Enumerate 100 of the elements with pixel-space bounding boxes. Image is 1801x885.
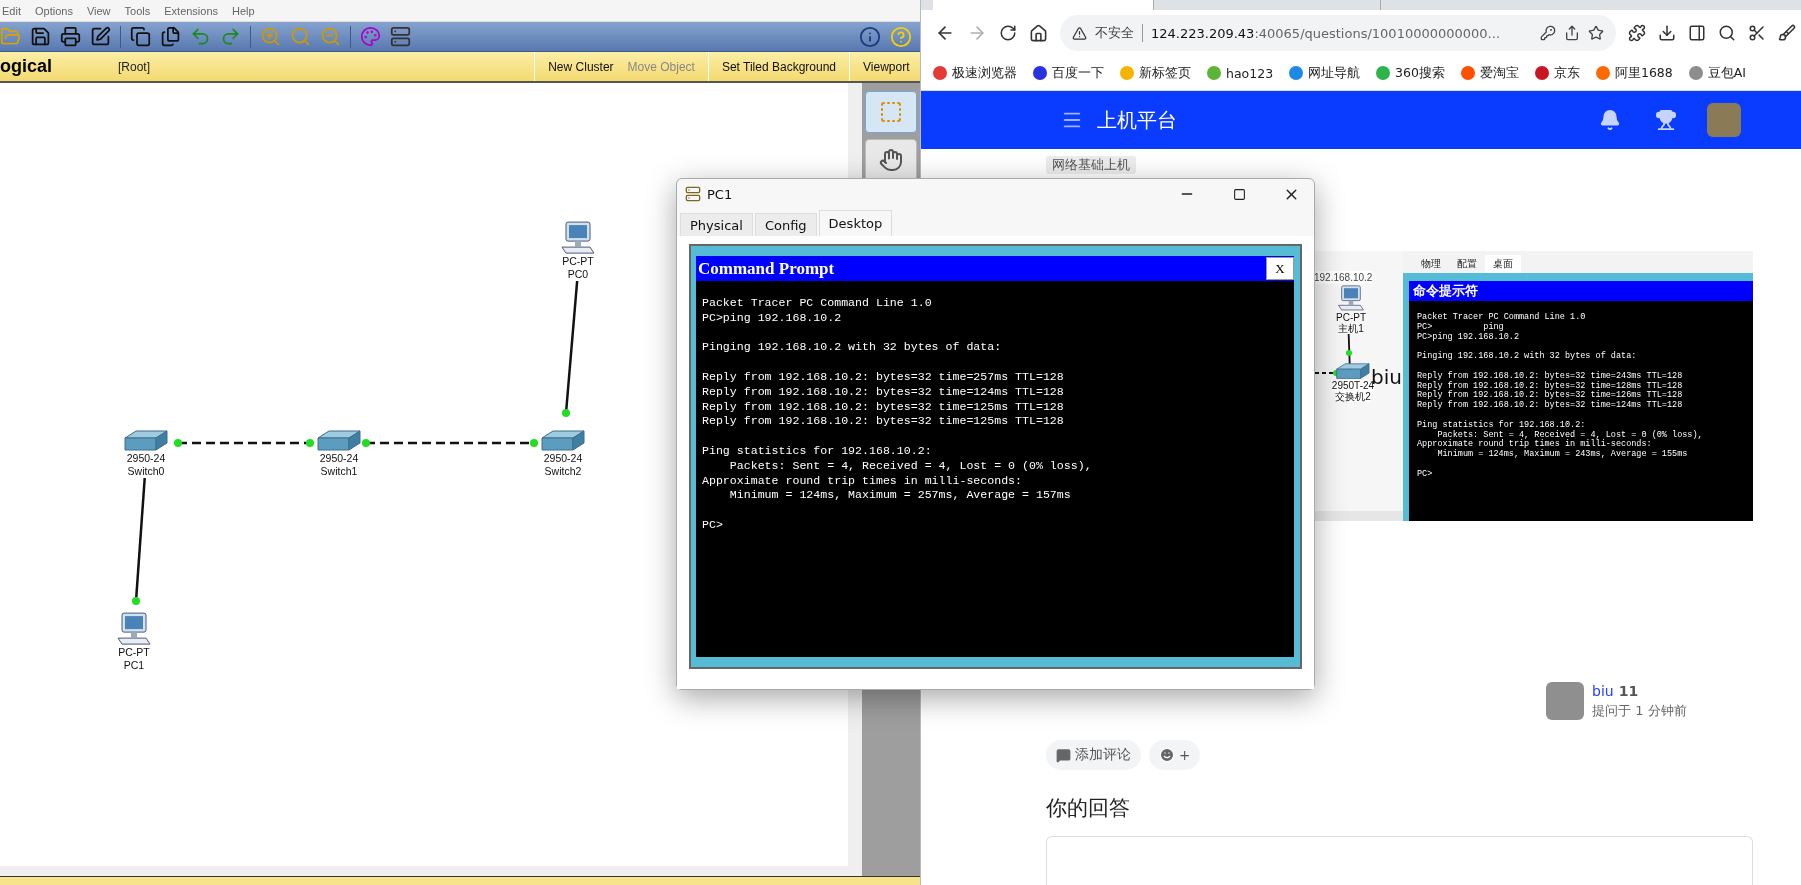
terminal-line: PC>ping 192.168.10.2 [1417,332,1521,343]
warning-icon [1072,25,1087,41]
device-name: PC0 [567,268,589,282]
user-name-link[interactable]: biu [1592,682,1614,699]
sidebar-icon[interactable] [1688,24,1706,42]
switch-icon[interactable] [1336,363,1370,380]
maximize-icon[interactable] [1232,187,1246,201]
device-name: Switch2 [544,465,582,478]
device-name: 主机1 [1338,322,1364,334]
device-name: Switch1 [320,465,358,478]
bookmark-link[interactable]: 网址导航 [1308,64,1361,82]
computer-icon[interactable] [1337,285,1365,312]
app-icon [685,186,701,202]
bell-icon[interactable] [1599,109,1621,131]
bookmark-link[interactable]: 360搜索 [1395,64,1445,82]
bookmark-link[interactable]: 爱淘宝 [1479,64,1519,82]
window-tab[interactable]: Config [754,213,817,236]
switch-icon[interactable] [541,430,585,452]
paste-icon[interactable] [160,26,181,47]
device-name: Switch0 [127,465,165,478]
computer-icon[interactable] [116,612,152,647]
address-bar[interactable]: 不安全 124.223.209.43:40065/questions/10010000000000... [1060,15,1616,51]
terminal-line: Reply from 192.168.10.2: bytes=32 time=126ms TTL=128 [1417,391,1684,401]
device-icon[interactable] [390,26,411,47]
terminal-line: Packets: Sent = 4, Received = 4, Lost = 0 (0% loss), [728,458,1093,474]
share-icon[interactable] [1564,25,1580,41]
brush-icon[interactable] [1778,24,1796,42]
key-icon[interactable] [1540,25,1556,41]
terminal-line: Minimum = 124ms, Maximum = 243ms, Average = 155ms [1437,450,1689,460]
save-icon[interactable] [30,26,51,47]
bookmark-link[interactable]: 豆包AI [1707,64,1746,82]
site-title[interactable]: 上机平台 [1097,106,1585,134]
terminal-line: Reply from 192.168.10.2: bytes=32 time=243ms TTL=128 [1417,371,1684,381]
add-comment-button[interactable]: 添加评论 [1046,740,1141,770]
device-model: 2950-24 [126,452,166,465]
menu-item[interactable]: View [86,4,111,17]
terminal-line: Ping statistics for 192.168.10.2: [1417,420,1587,430]
category-tag[interactable]: 网络基础上机 [1046,156,1136,174]
edit-icon[interactable] [90,26,111,47]
terminal-line: Reply from 192.168.10.2: bytes=32 time=125ms TTL=128 [702,399,1065,415]
workspace-action[interactable]: New Cluster [541,59,621,74]
star-icon[interactable] [1588,25,1604,41]
terminal-line: Reply from 192.168.10.2: bytes=32 time=128ms TTL=128 [1417,381,1684,391]
menu-item[interactable]: Options [34,4,73,17]
search-icon[interactable] [1718,24,1736,42]
workspace-action[interactable]: Set Tiled Background [714,59,843,74]
printer-icon[interactable] [60,26,81,47]
scissors-icon[interactable] [1748,24,1766,42]
download-icon[interactable] [1658,24,1676,42]
switch-icon[interactable] [124,430,168,452]
security-label: 不安全 [1095,24,1143,42]
device-model: 2950-24 [319,452,359,465]
extensions-icon[interactable] [1628,24,1646,42]
window-title: PC1 [707,186,734,202]
bookmark-link[interactable]: 百度一下 [1052,64,1104,82]
menu-item[interactable]: Edit [2,4,21,17]
copy-icon[interactable] [130,26,151,47]
terminal-line: Approximate round trip times in milli-seconds: [1417,440,1653,450]
hand-icon [879,148,903,172]
home-icon[interactable] [1029,23,1048,43]
selection-icon [879,100,903,124]
prompt-close-button[interactable]: X [1266,257,1294,280]
terminal-line: Approximate round trip times in milli-seconds: [702,473,1024,489]
reaction-button[interactable]: + [1149,740,1201,770]
window-tab[interactable]: Desktop [818,210,893,236]
menu-item[interactable]: Tools [124,4,151,17]
viewport-button[interactable]: Viewport [856,59,920,74]
trophy-icon[interactable] [1655,109,1677,131]
computer-icon[interactable] [560,221,596,256]
info-icon[interactable] [859,25,881,48]
bookmark-link[interactable]: 新标签页 [1139,64,1191,82]
device-model: PC-PT [562,255,594,269]
switch-icon[interactable] [317,430,361,452]
terminal-line: Pinging 192.168.10.2 with 32 bytes of data: [702,340,1003,356]
help-icon[interactable] [890,25,912,48]
device-model: 2950-24 [543,452,583,465]
workspace-mode[interactable]: ogical [0,56,118,77]
tool-button[interactable] [865,139,917,181]
terminal-line: Reply from 192.168.10.2: bytes=32 time=124ms TTL=128 [1417,401,1684,411]
reload-icon[interactable] [999,24,1017,42]
section-heading: 你的回答 [1046,795,1131,822]
terminal-line: PC>ping 192.168.10.2 [702,310,843,326]
menu-item[interactable]: Help [232,4,255,17]
workspace-path: [Root] [118,59,151,74]
bookmark-link[interactable]: hao123 [1226,65,1274,81]
bookmark-link[interactable]: 极速浏览器 [952,64,1017,82]
terminal-line: Ping statistics for 192.168.10.2: [702,443,933,459]
bookmark-link[interactable]: 京东 [1553,64,1580,82]
bookmark-link[interactable]: 阿里1688 [1614,64,1673,82]
terminal-line: Reply from 192.168.10.2: bytes=32 time=124ms TTL=128 [702,384,1065,400]
terminal-line: Packet Tracer PC Command Line 1.0 [702,296,933,311]
comment-icon [1056,747,1071,763]
ip-label: 192.168.10.2 [1314,271,1373,284]
menu-item[interactable]: Extensions [164,4,219,17]
user-level: 11 [1618,682,1639,699]
terminal-line: PC> [1417,469,1434,480]
prompt-title: Command Prompt [698,258,836,279]
window-tab[interactable]: Physical [680,213,753,236]
terminal-line: Reply from 192.168.10.2: bytes=32 time=125ms TTL=128 [702,414,1065,430]
terminal-line: Reply from 192.168.10.2: bytes=32 time=257ms TTL=128 [702,370,1065,385]
